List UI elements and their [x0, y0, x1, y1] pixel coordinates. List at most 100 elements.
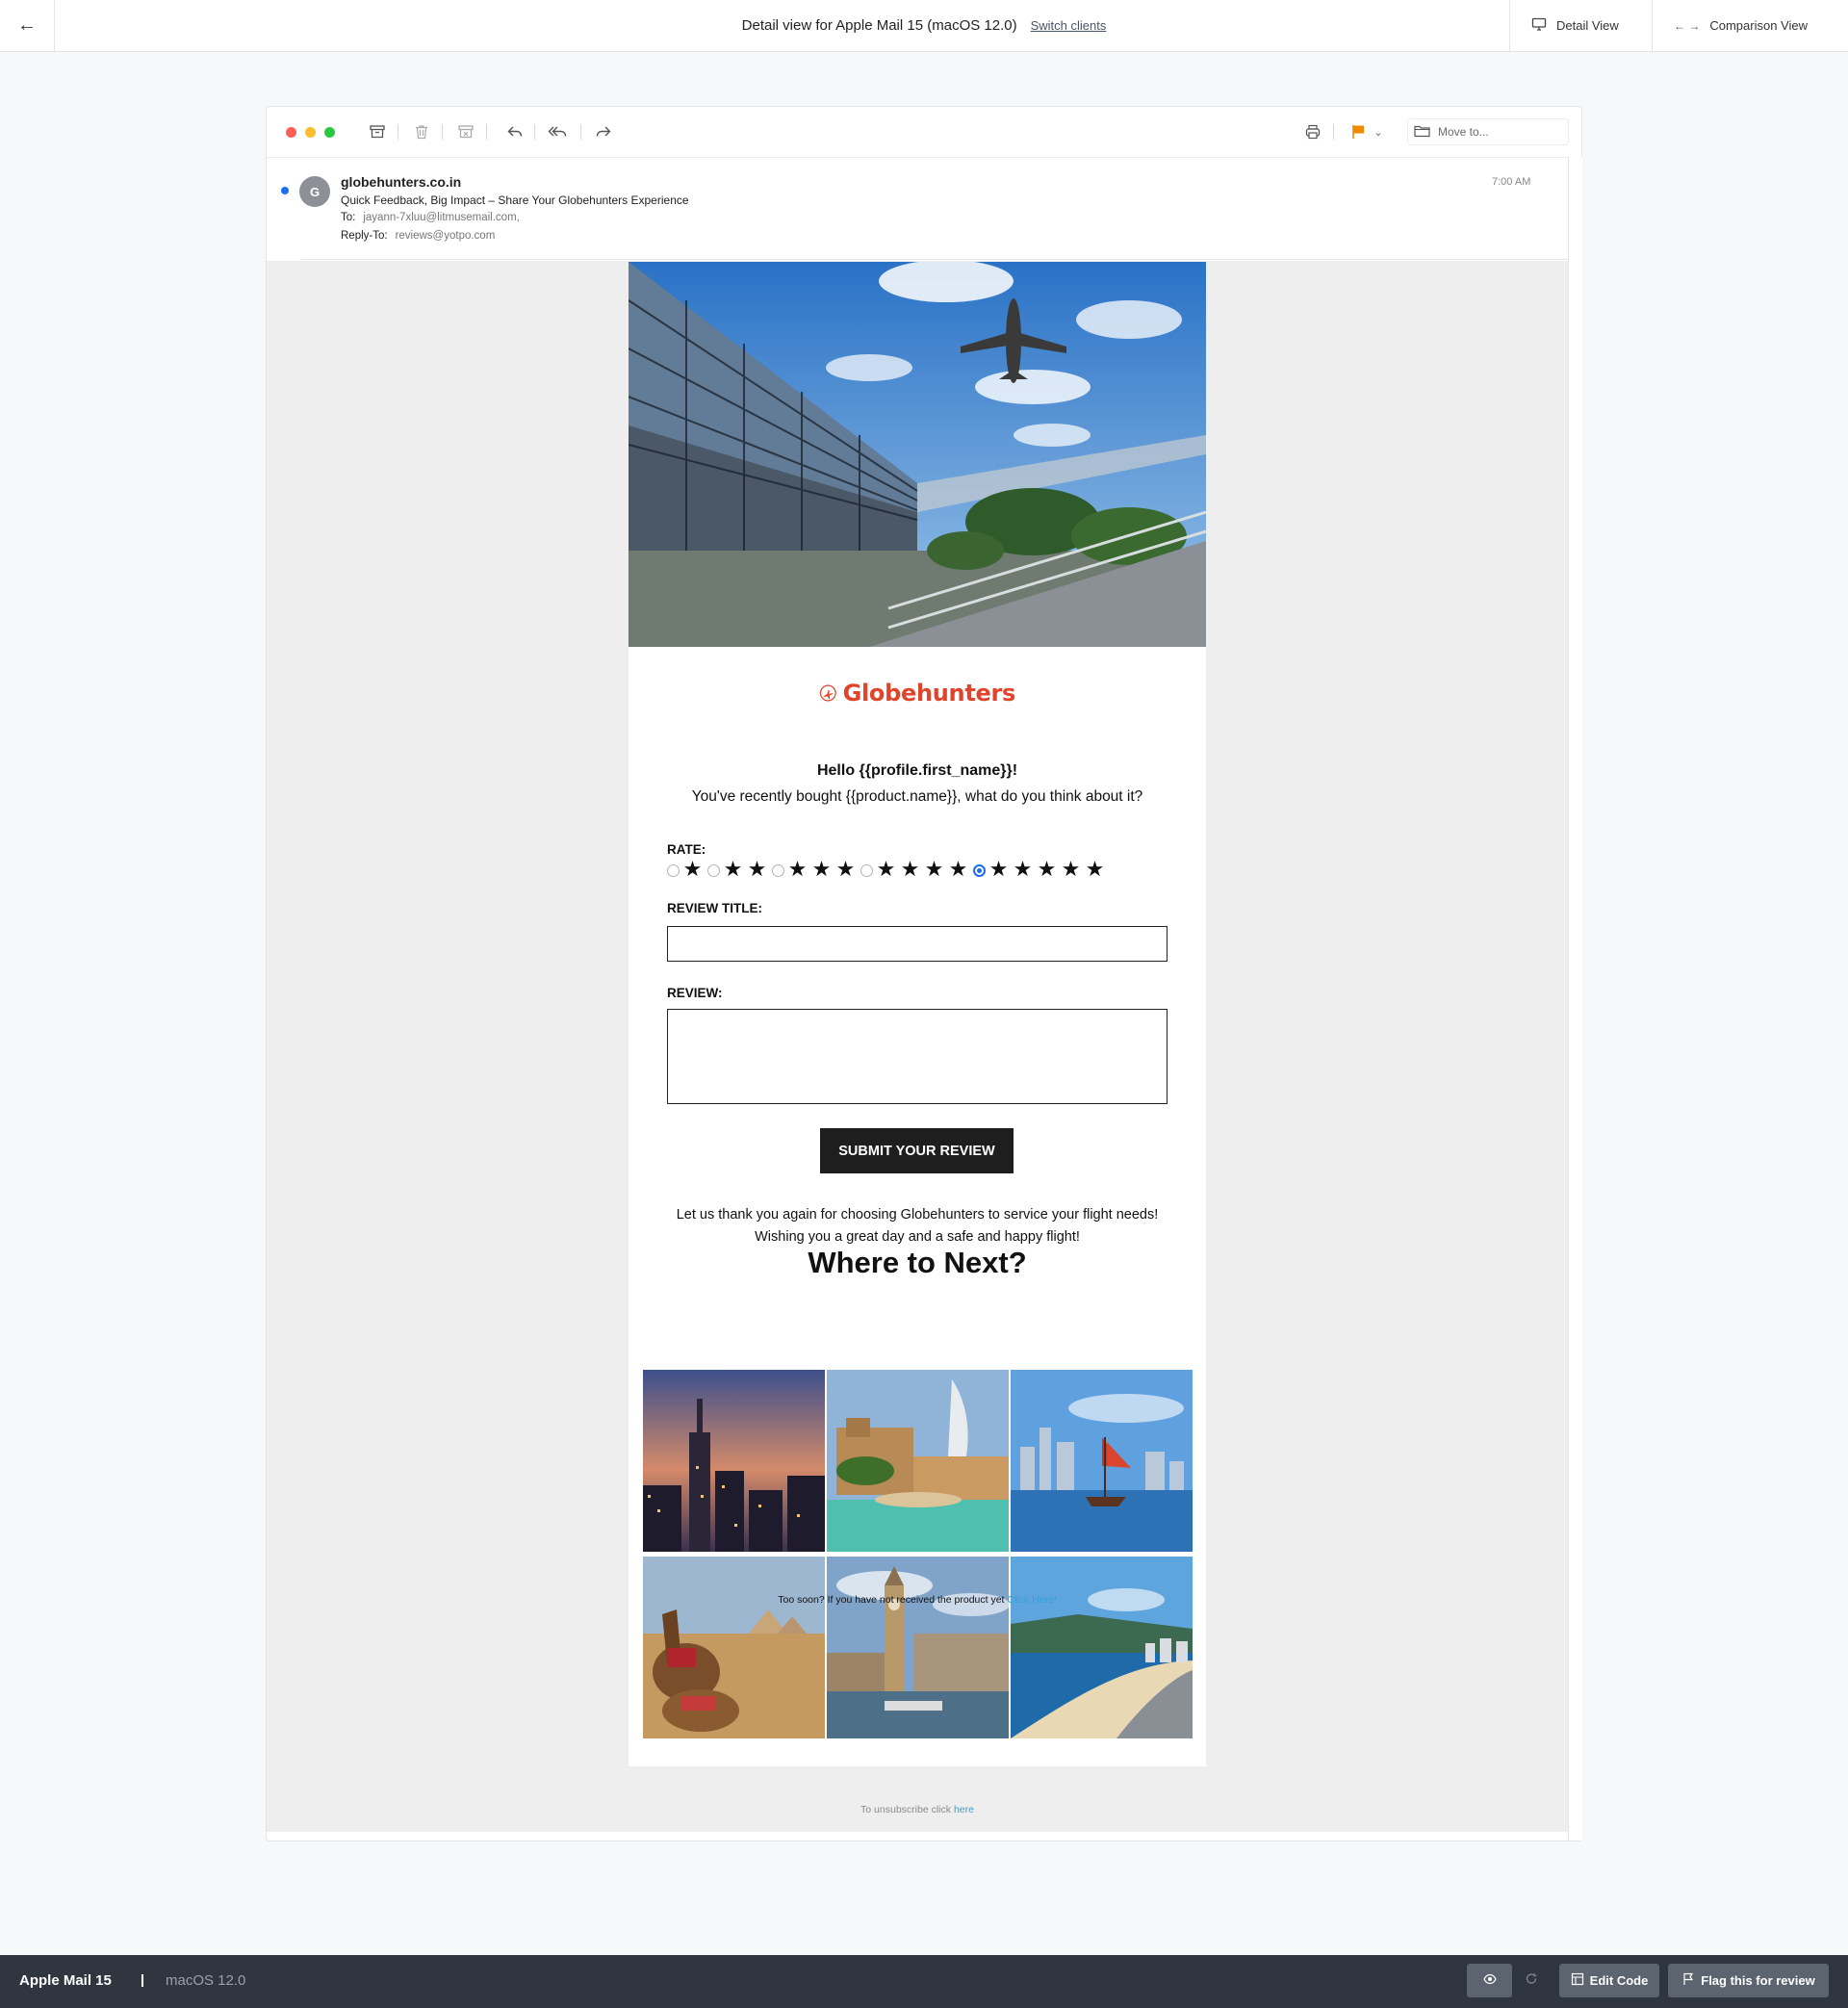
- star-icon: ★: [876, 858, 896, 882]
- rating-radio[interactable]: [772, 863, 784, 877]
- unsubscribe-link[interactable]: here: [954, 1804, 974, 1815]
- star-icon: ★: [747, 858, 767, 882]
- brand-name: Globehunters: [842, 680, 1016, 707]
- mail-toolbar: ⌄ Move to...: [267, 107, 1581, 158]
- star-icon: ★: [1085, 858, 1105, 882]
- rating-radio[interactable]: [667, 863, 680, 877]
- forward-icon[interactable]: [593, 122, 614, 142]
- to-address[interactable]: jayann-7xluu@litmusemail.com,: [363, 212, 520, 223]
- submit-review-button[interactable]: SUBMIT YOUR REVIEW: [820, 1128, 1014, 1173]
- switch-clients-link[interactable]: Switch clients: [1031, 18, 1107, 33]
- detail-view-label: Detail View: [1556, 18, 1619, 33]
- flag-for-review-button[interactable]: Flag this for review: [1668, 1964, 1829, 1997]
- bottom-bar: Apple Mail 15 macOS 12.0 Edit Code Flag …: [0, 1955, 1848, 2008]
- rating-option[interactable]: ★ ★ ★: [772, 860, 858, 881]
- refresh-icon: [1525, 1972, 1538, 1989]
- comparison-view-button[interactable]: ← → Comparison View: [1652, 0, 1848, 51]
- message-subject: Quick Feedback, Big Impact – Share Your …: [341, 193, 689, 207]
- folder-icon: [1414, 124, 1430, 141]
- message-body: Globehunters Hello {{profile.first_name}…: [267, 261, 1568, 1832]
- top-bar: ← Detail view for Apple Mail 15 (macOS 1…: [0, 0, 1848, 52]
- page-title: Detail view for Apple Mail 15 (macOS 12.…: [741, 17, 1017, 34]
- refresh-button[interactable]: [1520, 1964, 1543, 1997]
- close-window-button[interactable]: [286, 127, 296, 138]
- reply-to-address[interactable]: reviews@yotpo.com: [396, 230, 496, 242]
- star-icon: ★: [948, 858, 968, 882]
- star-icon: ★: [811, 858, 832, 882]
- rating-radio[interactable]: [707, 863, 720, 877]
- toolbar-divider: [534, 124, 535, 140]
- rate-label: RATE:: [667, 842, 706, 857]
- rating-radio[interactable]: [973, 863, 986, 877]
- zoom-window-button[interactable]: [324, 127, 335, 138]
- review-textarea[interactable]: [667, 1009, 1168, 1104]
- toolbar-divider: [1333, 124, 1334, 140]
- star-icon: ★: [835, 858, 856, 882]
- reply-to-line: Reply-To: reviews@yotpo.com: [341, 230, 495, 242]
- star-icon: ★: [924, 858, 944, 882]
- intro-text: You've recently bought {{product.name}},…: [691, 788, 1143, 805]
- destination-rio-de-janeiro[interactable]: [1011, 1557, 1193, 1738]
- destination-london[interactable]: [827, 1557, 1009, 1738]
- unsubscribe-text: To unsubscribe click: [860, 1804, 952, 1815]
- review-title-label: REVIEW TITLE:: [667, 901, 762, 915]
- junk-icon[interactable]: [455, 122, 476, 142]
- thanks-line-2: Wishing you a great day and a safe and h…: [755, 1229, 1080, 1245]
- rating-option[interactable]: ★ ★: [707, 860, 769, 881]
- rating-radio[interactable]: [860, 863, 873, 877]
- rating-option[interactable]: ★ ★ ★ ★: [860, 860, 970, 881]
- archive-icon[interactable]: [367, 122, 388, 142]
- arrow-left-icon: ←: [17, 14, 37, 36]
- detail-view-button[interactable]: Detail View: [1509, 0, 1652, 51]
- header-divider: [301, 259, 1568, 260]
- monitor-icon: [1531, 17, 1547, 34]
- toolbar-divider: [486, 124, 487, 140]
- preview-toggle-button[interactable]: [1467, 1964, 1512, 1997]
- click-here-link[interactable]: Click Here!: [1007, 1594, 1056, 1606]
- minimize-window-button[interactable]: [305, 127, 316, 138]
- flag-outline-icon: [1681, 1972, 1695, 1989]
- message-header: G globehunters.co.in Quick Feedback, Big…: [267, 157, 1568, 261]
- toolbar-divider: [580, 124, 581, 140]
- star-icon: ★: [1013, 858, 1033, 882]
- globehunters-logo[interactable]: Globehunters: [819, 673, 1015, 713]
- destination-hong-kong[interactable]: [1011, 1370, 1193, 1552]
- rating-option[interactable]: ★: [667, 860, 705, 881]
- back-button[interactable]: ←: [0, 0, 55, 51]
- chevron-down-icon[interactable]: ⌄: [1372, 122, 1385, 142]
- sender-name[interactable]: globehunters.co.in: [341, 174, 461, 190]
- scrollbar[interactable]: [1568, 157, 1582, 1841]
- print-icon[interactable]: [1302, 122, 1323, 142]
- star-icon: ★: [1037, 858, 1057, 882]
- edit-code-button[interactable]: Edit Code: [1559, 1964, 1659, 1997]
- destination-new-york[interactable]: [643, 1370, 825, 1552]
- reply-icon[interactable]: [504, 122, 526, 142]
- toolbar-divider: [442, 124, 443, 140]
- thanks-line-1: Let us thank you again for choosing Glob…: [676, 1207, 1159, 1223]
- to-label: To:: [341, 212, 356, 223]
- mail-window: ⌄ Move to... G globehunters.co.in Quick …: [266, 106, 1582, 1841]
- star-icon: ★: [682, 858, 703, 882]
- star-icon: ★: [723, 858, 743, 882]
- comparison-view-label: Comparison View: [1709, 18, 1808, 33]
- rating-options: ★ ★ ★ ★ ★ ★ ★ ★ ★ ★ ★ ★ ★ ★ ★: [667, 860, 1110, 881]
- to-line: To: jayann-7xluu@litmusemail.com,: [341, 212, 520, 223]
- message-time: 7:00 AM: [1492, 176, 1531, 188]
- unsubscribe-line: To unsubscribe click here: [629, 1804, 1206, 1815]
- review-title-input[interactable]: [667, 926, 1168, 962]
- star-icon: ★: [787, 858, 808, 882]
- trash-icon[interactable]: [411, 122, 432, 142]
- destination-dubai[interactable]: [827, 1370, 1009, 1552]
- client-name: Apple Mail 15: [19, 1972, 112, 1989]
- flag-icon[interactable]: [1348, 122, 1369, 142]
- greeting: Hello {{profile.first_name}}!: [816, 762, 1018, 779]
- hero-image-airport-plane: [629, 262, 1206, 647]
- reply-all-icon[interactable]: [546, 122, 571, 142]
- destination-egypt[interactable]: [643, 1557, 825, 1738]
- edit-code-label: Edit Code: [1589, 1973, 1649, 1988]
- rating-option[interactable]: ★ ★ ★ ★ ★: [973, 860, 1107, 881]
- bottom-divider: [141, 1974, 143, 1987]
- too-soon-text: Too soon? If you have not received the p…: [778, 1594, 1005, 1606]
- eye-icon: [1482, 1972, 1497, 1989]
- move-to-button[interactable]: Move to...: [1407, 118, 1569, 145]
